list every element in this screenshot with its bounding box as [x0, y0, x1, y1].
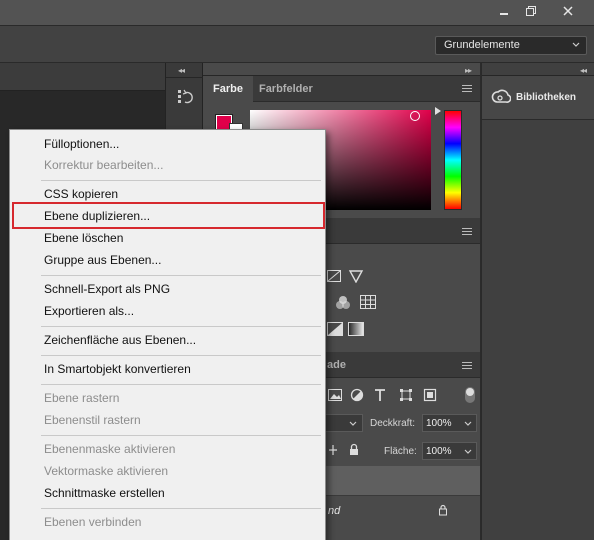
menu-item-edit-adjustment: Korrektur bearbeiten... [44, 158, 164, 172]
menu-item-create-clipping-mask[interactable]: Schnittmaske erstellen [44, 486, 165, 500]
filter-toggle-knob [466, 388, 474, 396]
menu-item-enable-layer-mask: Ebenenmaske aktivieren [44, 442, 176, 456]
restore-icon[interactable] [516, 0, 546, 22]
libraries-column: ◂◂ Bibliotheken [481, 63, 594, 540]
layer-context-menu: Fülloptionen... Korrektur bearbeiten... … [9, 129, 326, 540]
menu-separator [41, 355, 321, 356]
hue-slider-handle[interactable] [434, 107, 442, 115]
menu-item-rasterize-layer-style: Ebenenstil rastern [44, 413, 141, 427]
expand-arrows-icon[interactable]: ▸▸ [465, 66, 472, 75]
tab-farbfelder[interactable]: Farbfelder [253, 76, 321, 102]
color-lookup-grid-icon[interactable] [360, 295, 376, 309]
opacity-dropdown[interactable]: 100% [422, 414, 477, 432]
fill-value: 100% [426, 446, 452, 457]
lock-all-icon[interactable] [348, 443, 360, 457]
color-picker-handle[interactable] [410, 111, 420, 121]
layer-row-background[interactable]: nd [325, 495, 480, 525]
gradient-map-icon[interactable] [327, 269, 341, 283]
chevron-down-icon [464, 449, 472, 454]
collapse-arrows-icon[interactable]: ◂◂ [178, 66, 185, 75]
menu-separator [41, 275, 321, 276]
menu-item-enable-vector-mask: Vektormaske aktivieren [44, 464, 169, 478]
highlight-box [12, 202, 325, 229]
menu-separator [41, 508, 321, 509]
divider [166, 77, 203, 78]
close-icon[interactable] [553, 0, 583, 22]
hue-slider[interactable] [444, 110, 462, 210]
channel-mixer-icon[interactable] [335, 295, 351, 311]
filter-toggle-switch[interactable] [465, 387, 475, 403]
chevron-down-icon [349, 421, 357, 426]
menu-item-quick-export-png[interactable]: Schnell-Export als PNG [44, 282, 170, 296]
menu-item-convert-smart-object[interactable]: In Smartobjekt konvertieren [44, 362, 191, 376]
filter-pixel-layer-icon[interactable] [328, 389, 342, 401]
creative-cloud-icon [491, 89, 511, 103]
menu-separator [41, 435, 321, 436]
posterize-gradient-icon[interactable] [348, 322, 364, 336]
menu-item-link-layers: Ebenen verbinden [44, 515, 142, 529]
panel-menu-icon[interactable] [462, 85, 472, 92]
workspace-select-value: Grundelemente [444, 39, 520, 51]
menu-separator [41, 384, 321, 385]
layer-lock-icon [439, 504, 447, 516]
chevron-down-icon [464, 421, 472, 426]
document-tab-bar [0, 63, 165, 91]
menu-separator [41, 180, 321, 181]
threshold-triangle-icon[interactable] [348, 269, 364, 283]
chevron-down-icon [572, 42, 580, 47]
menu-item-blending-options[interactable]: Fülloptionen... [44, 137, 119, 151]
menu-item-rasterize-layer: Ebene rastern [44, 391, 120, 405]
filter-smart-object-icon[interactable] [423, 388, 437, 402]
layer-row-selected[interactable] [325, 466, 480, 495]
filter-adjustment-layer-icon[interactable] [350, 388, 364, 402]
tab-farbe[interactable]: Farbe [203, 76, 253, 102]
collapse-arrows-icon[interactable]: ◂◂ [580, 66, 587, 75]
menu-item-group-from-layers[interactable]: Gruppe aus Ebenen... [44, 253, 161, 267]
filter-shape-layer-icon[interactable] [399, 388, 413, 402]
opacity-label: Deckkraft: [370, 418, 416, 429]
opacity-value: 100% [426, 418, 452, 429]
title-bar [0, 0, 594, 25]
lock-position-icon[interactable] [328, 444, 338, 456]
fill-label: Fläche: [384, 446, 417, 457]
panel-menu-icon[interactable] [462, 362, 472, 369]
libraries-panel-button[interactable]: Bibliotheken [482, 76, 594, 120]
color-panel-header: Farbe Farbfelder [203, 76, 480, 102]
tab-fragment[interactable]: ade [327, 359, 346, 371]
menu-item-artboard-from-layers[interactable]: Zeichenfläche aus Ebenen... [44, 333, 196, 347]
blend-mode-dropdown[interactable] [325, 414, 363, 432]
layer-name-fragment: nd [328, 505, 341, 517]
menu-item-delete-layer[interactable]: Ebene löschen [44, 231, 123, 245]
menu-separator [41, 326, 321, 327]
menu-item-copy-css[interactable]: CSS kopieren [44, 187, 118, 201]
fill-dropdown[interactable]: 100% [422, 442, 477, 460]
filter-type-layer-icon[interactable] [373, 388, 387, 402]
menu-item-export-as[interactable]: Exportieren als... [44, 304, 134, 318]
minimize-icon[interactable] [489, 0, 519, 22]
invert-icon[interactable] [327, 322, 343, 336]
libraries-label: Bibliotheken [516, 92, 577, 103]
history-icon[interactable] [177, 88, 195, 106]
panel-menu-icon[interactable] [462, 228, 472, 235]
workspace-select[interactable]: Grundelemente [435, 36, 587, 55]
